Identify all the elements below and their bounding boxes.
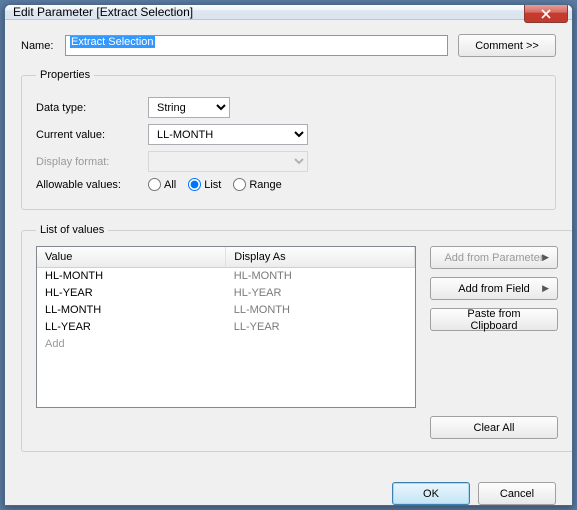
clear-all-button[interactable]: Clear All xyxy=(430,416,558,439)
cell-value[interactable]: HL-MONTH xyxy=(37,267,226,284)
table-row[interactable]: LL-MONTHLL-MONTH xyxy=(37,301,415,318)
current-value-row: Current value: LL-MONTH xyxy=(36,124,541,145)
display-format-row: Display format: xyxy=(36,151,541,172)
cell-add[interactable]: Add xyxy=(37,335,226,352)
list-of-values-legend: List of values xyxy=(36,224,108,236)
table-row[interactable]: LL-YEARLL-YEAR xyxy=(37,318,415,335)
comment-button[interactable]: Comment >> xyxy=(458,34,556,57)
radio-all-label: All xyxy=(164,179,176,191)
radio-range-label: Range xyxy=(249,179,281,191)
name-row: Name: Extract Selection Comment >> xyxy=(21,34,556,57)
values-table: Value Display As HL-MONTHHL-MONTH HL-YEA… xyxy=(37,247,415,352)
table-header-row: Value Display As xyxy=(37,247,415,267)
values-table-wrap: Value Display As HL-MONTHHL-MONTH HL-YEA… xyxy=(36,246,416,408)
dialog-footer: OK Cancel xyxy=(5,474,572,506)
data-type-select[interactable]: String xyxy=(148,97,230,118)
cell-empty xyxy=(226,335,415,352)
window-title: Edit Parameter [Extract Selection] xyxy=(13,5,193,19)
display-format-label: Display format: xyxy=(36,156,148,168)
cell-display[interactable]: LL-MONTH xyxy=(226,301,415,318)
current-value-select[interactable]: LL-MONTH xyxy=(148,124,308,145)
list-body: Value Display As HL-MONTHHL-MONTH HL-YEA… xyxy=(36,246,558,408)
allowable-values-label: Allowable values: xyxy=(36,179,148,191)
table-row-add[interactable]: Add xyxy=(37,335,415,352)
data-type-row: Data type: String xyxy=(36,97,541,118)
radio-list-input[interactable] xyxy=(188,178,201,191)
allowable-values-row: Allowable values: All List Range xyxy=(36,178,541,191)
radio-list-label: List xyxy=(204,179,221,191)
radio-range[interactable]: Range xyxy=(233,178,281,191)
chevron-right-icon: ▶ xyxy=(542,283,549,294)
cell-value[interactable]: LL-MONTH xyxy=(37,301,226,318)
allowable-values-radios: All List Range xyxy=(148,178,282,191)
close-icon xyxy=(541,9,551,19)
name-input-value: Extract Selection xyxy=(70,36,155,48)
properties-legend: Properties xyxy=(36,69,94,81)
radio-all[interactable]: All xyxy=(148,178,176,191)
radio-all-input[interactable] xyxy=(148,178,161,191)
cell-display[interactable]: HL-YEAR xyxy=(226,284,415,301)
cell-display[interactable]: LL-YEAR xyxy=(226,318,415,335)
list-of-values-group: List of values Value Display As HL-MONTH… xyxy=(21,224,573,452)
col-value-header[interactable]: Value xyxy=(37,247,226,267)
cell-display[interactable]: HL-MONTH xyxy=(226,267,415,284)
properties-group: Properties Data type: String Current val… xyxy=(21,69,556,210)
cancel-button[interactable]: Cancel xyxy=(478,482,556,505)
radio-list[interactable]: List xyxy=(188,178,221,191)
display-format-select xyxy=(148,151,308,172)
add-from-parameter-label: Add from Parameter xyxy=(444,252,543,264)
data-type-label: Data type: xyxy=(36,102,148,114)
add-from-field-button[interactable]: Add from Field ▶ xyxy=(430,277,558,300)
chevron-right-icon: ▶ xyxy=(542,252,549,263)
add-from-field-label: Add from Field xyxy=(458,283,530,295)
add-from-parameter-button[interactable]: Add from Parameter▶ xyxy=(430,246,558,269)
table-row[interactable]: HL-MONTHHL-MONTH xyxy=(37,267,415,284)
name-input[interactable]: Extract Selection xyxy=(65,35,448,56)
radio-range-input[interactable] xyxy=(233,178,246,191)
side-buttons: Add from Parameter▶ Add from Field▶ Past… xyxy=(430,246,558,408)
col-display-header[interactable]: Display As xyxy=(226,247,415,267)
current-value-label: Current value: xyxy=(36,129,148,141)
table-row[interactable]: HL-YEARHL-YEAR xyxy=(37,284,415,301)
paste-from-clipboard-button[interactable]: Paste from Clipboard xyxy=(430,308,558,331)
cell-value[interactable]: HL-YEAR xyxy=(37,284,226,301)
close-button[interactable] xyxy=(524,5,568,23)
name-label: Name: xyxy=(21,40,65,52)
edit-parameter-dialog: Edit Parameter [Extract Selection] Name:… xyxy=(4,4,573,506)
ok-button[interactable]: OK xyxy=(392,482,470,505)
clear-row: Clear All xyxy=(36,416,558,439)
cell-value[interactable]: LL-YEAR xyxy=(37,318,226,335)
dialog-content: Name: Extract Selection Comment >> Prope… xyxy=(5,20,572,474)
titlebar[interactable]: Edit Parameter [Extract Selection] xyxy=(5,5,572,20)
